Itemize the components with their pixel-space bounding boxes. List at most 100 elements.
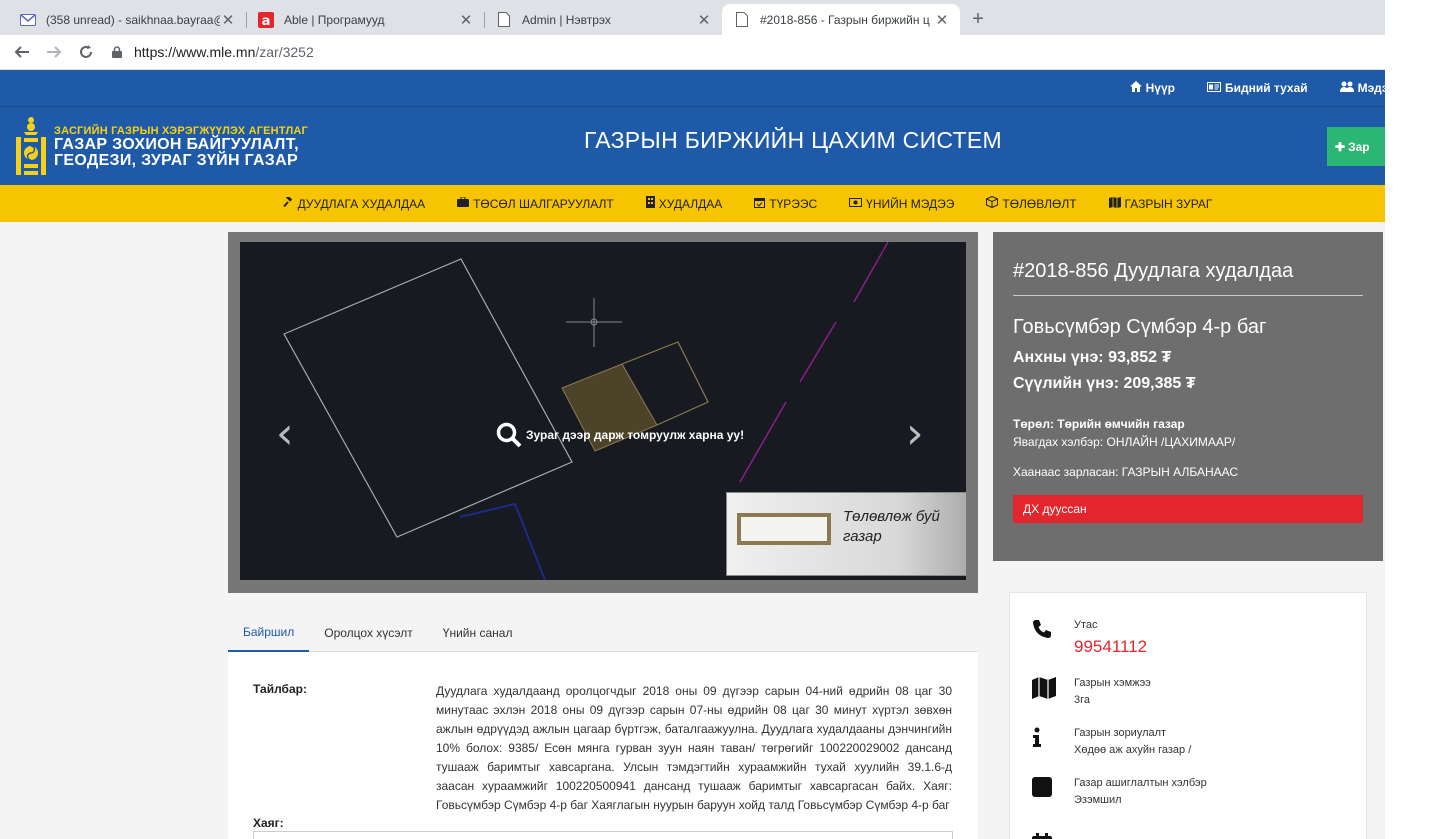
menu-item-auction[interactable]: ДУУДЛАГА ХУДАЛДАА [282,194,426,211]
carousel-prev-button[interactable]: ‹ [276,408,294,459]
system-title: ГАЗРЫН БИРЖИЙН ЦАХИМ СИСТЕМ [584,127,1003,153]
menu-item-planning[interactable]: ТӨЛӨВЛӨЛТ [986,195,1077,211]
contact-land-size: Газрын хэмжээ 3га [1032,677,1151,706]
address-field[interactable] [253,831,953,839]
tab-participation-request[interactable]: Оролцох хүсэлт [309,614,428,652]
map-icon [1032,677,1074,706]
land-usage-value: Эзэмшил [1074,794,1122,806]
calendar-icon [754,197,766,211]
main-content: ‹ › Зураг дээр дарж томруулж харна уу! Т… [0,232,1385,839]
nav-home-label: Нүүр [1145,81,1175,95]
address-bar[interactable]: https://www.mle.mn/zar/3252 [108,38,1385,66]
tab-title: (358 unread) - saikhnaa.bayraa@ [46,12,220,27]
card-icon [1206,81,1221,95]
status-badge: ДХ дууссан [1013,495,1363,523]
add-listing-label: Зар [1348,139,1370,154]
menu-item-price-info[interactable]: ҮНИЙН МЭДЭЭ [849,197,954,211]
new-tab-button[interactable]: + [964,4,992,35]
top-navigation: Нүүр Бидний тухай Мэдээ [0,70,1385,107]
nav-about-label: Бидний тухай [1224,81,1308,95]
nav-news-label: Мэдээ [1357,81,1385,95]
contact-phone: Утас 99541112 [1032,619,1147,657]
detail-tabs: Байршил Оролцох хүсэлт Үнийн санал [228,614,978,652]
agency-line-2: ГАЗАР ЗОХИОН БАЙГУУЛАЛТ, [54,136,299,153]
menu-label: ТҮРЭЭС [769,196,818,211]
land-purpose-label: Газрын зориулалт [1074,727,1167,739]
close-tab-icon[interactable]: ✕ [220,11,236,29]
soyombo-emblem-icon [16,117,46,175]
users-icon [1339,81,1354,95]
phone-label: Утас [1074,619,1098,631]
land-size-value: 3га [1074,694,1091,706]
nav-home-link[interactable]: Нүүр [1129,81,1175,95]
mail-icon [20,12,36,28]
carousel-next-button[interactable]: › [906,408,924,459]
contact-land-usage: Газар ашиглалтын хэлбэр Эзэмшил [1032,777,1207,806]
tab-title: #2018-856 - Газрын биржийн ц [760,12,930,27]
land-purpose-value: Хөдөө аж ахуйн газар / [1074,744,1192,756]
agency-name: ЗАСГИЙН ГАЗРЫН ХЭРЭГЖҮҮЛЭХ АГЕНТЛАГ ГАЗА… [54,125,308,169]
info-icon [1032,727,1074,756]
address-label: Хаяг: [253,816,284,830]
tab-title: Able | Програмууд [284,12,385,27]
search-icon [496,422,522,448]
tab-location[interactable]: Байршил [228,614,310,652]
nav-news-link[interactable]: Мэдээ [1339,81,1385,95]
menu-label: ТӨСӨЛ ШАЛГАРУУЛАЛТ [473,196,614,211]
close-tab-icon[interactable]: ✕ [696,11,712,29]
able-icon: a [258,11,274,28]
cube-icon [986,195,999,211]
phone-icon [1032,619,1074,657]
map-icon [1108,196,1121,211]
close-tab-icon[interactable]: ✕ [934,11,950,29]
menu-item-sale[interactable]: ХУДАЛДАА [645,196,723,211]
image-carousel[interactable]: ‹ › Зураг дээр дарж томруулж харна уу! Т… [228,232,978,593]
add-listing-button[interactable]: ✚ Зар [1327,127,1385,166]
listing-mode: Явагдах хэлбэр: ОНЛАЙН /ЦАХИМААР/ [1013,435,1236,449]
menu-label: ГАЗРЫН ЗУРАГ [1124,196,1213,211]
menu-label: ТӨЛӨВЛӨЛТ [1002,196,1077,211]
start-price: Анхны үнэ: 93,852 ₮ [1013,349,1172,366]
phone-value[interactable]: 99541112 [1074,637,1147,657]
menu-item-land-map[interactable]: ГАЗРЫН ЗУРАГ [1108,196,1213,211]
gavel-icon [282,194,294,211]
plus-icon: ✚ [1335,139,1346,154]
home-icon [1129,81,1142,95]
agency-logo[interactable]: ЗАСГИЙН ГАЗРЫН ХЭРЭГЖҮҮЛЭХ АГЕНТЛАГ ГАЗА… [14,115,308,179]
contact-card: Утас 99541112 Газрын хэмжээ 3га Газрын з… [1009,592,1367,839]
browser-tab-admin[interactable]: Admin | Нэвтрэх ✕ [484,4,722,35]
forward-icon[interactable] [38,38,70,66]
tab-price-offer[interactable]: Үнийн санал [428,614,528,652]
browser-tab-gmail[interactable]: (358 unread) - saikhnaa.bayraa@ ✕ [8,4,246,35]
tab-title: Admin | Нэвтрэх [522,12,611,27]
map-legend: Төлөвлөж буй газар [726,492,966,576]
menu-label: ХУДАЛДАА [658,196,723,211]
url-path: /zar/3252 [255,44,314,60]
land-size-label: Газрын хэмжээ [1074,677,1151,689]
zoom-hint[interactable]: Зураг дээр дарж томруулж харна уу! [496,422,744,448]
main-menu: ДУУДЛАГА ХУДАЛДАА ТӨСӨЛ ШАЛГАРУУЛАЛТ ХУД… [0,185,1385,222]
menu-label: ДУУДЛАГА ХУДАЛДАА [297,196,426,211]
agency-line-3: ГЕОДЕЗИ, ЗУРАГ ЗҮЙН ГАЗАР [54,152,298,169]
browser-toolbar: https://www.mle.mn/zar/3252 [0,35,1385,70]
back-icon[interactable] [6,38,38,66]
land-plan-image[interactable]: ‹ › Зураг дээр дарж томруулж харна уу! Т… [240,242,966,580]
web-page: Нүүр Бидний тухай Мэдээ [0,70,1385,839]
close-tab-icon[interactable]: ✕ [458,11,474,29]
reload-icon[interactable] [70,38,102,66]
browser-tab-active[interactable]: #2018-856 - Газрын биржийн ц ✕ [722,4,960,35]
listing-location: Говьсүмбэр Сүмбэр 4-р баг [1013,316,1267,338]
window-margin [1385,0,1436,839]
legend-swatch [737,513,831,545]
listing-announcer: Хаанаас зарласан: ГАЗРЫН АЛБАНААС [1013,465,1239,479]
nav-about-link[interactable]: Бидний тухай [1206,81,1308,95]
briefcase-icon [457,196,470,210]
zoom-hint-text: Зураг дээр дарж томруулж харна уу! [526,428,745,442]
location-panel: Тайлбар: Дуудлага худалдаанд оролцогчдыг… [228,652,978,839]
menu-label: ҮНИЙН МЭДЭЭ [866,196,955,211]
page-icon [734,12,750,28]
browser-tab-able[interactable]: a Able | Програмууд ✕ [246,4,484,35]
menu-item-tender[interactable]: ТӨСӨЛ ШАЛГАРУУЛАЛТ [457,196,614,211]
menu-item-rent[interactable]: ТҮРЭЭС [754,197,817,211]
listing-type: Төрөл: Төрийн өмчийн газар [1013,417,1185,431]
